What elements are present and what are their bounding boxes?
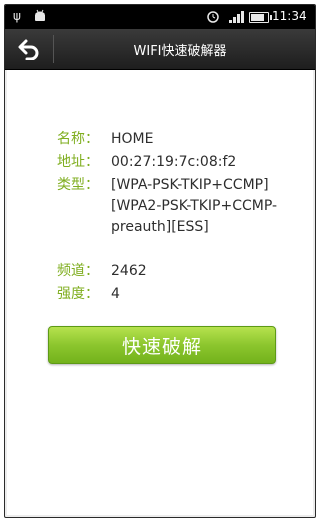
network-details: 名称： HOME 地址： 00:27:19:7c:08:f2 类型： [WPA-… [7,70,313,515]
status-time: 11:34 [272,9,307,23]
page-title: WIFI快速破解器 [133,44,227,59]
network-name-label: 名称： [57,131,99,147]
network-name-value: HOME [111,131,154,147]
divider [53,35,54,63]
network-strength-label: 强度： [57,286,99,302]
title-bar: WIFI快速破解器 [5,29,315,70]
network-strength-value: 4 [111,286,120,302]
quick-crack-button[interactable]: 快速破解 [48,326,276,364]
back-button[interactable] [5,29,53,69]
usb-icon: ψ [13,9,21,23]
network-address-label: 地址： [57,154,99,170]
network-frequency-value: 2462 [111,263,147,279]
network-address-value: 00:27:19:7c:08:f2 [111,154,237,170]
battery-icon [249,12,272,23]
alarm-icon [206,9,220,26]
phone-screen: ψ 11:34 WIFI快速破解器 名称： HOME 地址： 00:27:19:… [4,4,316,518]
network-type-label: 类型： [57,177,99,193]
android-icon [33,9,47,26]
network-type-value: [WPA-PSK-TKIP+CCMP][WPA2-PSK-TKIP+CCMP-p… [111,177,278,235]
status-bar: ψ 11:34 [5,5,315,29]
signal-icon [229,11,245,23]
back-arrow-icon [18,39,39,60]
network-frequency-label: 频道： [57,263,99,279]
